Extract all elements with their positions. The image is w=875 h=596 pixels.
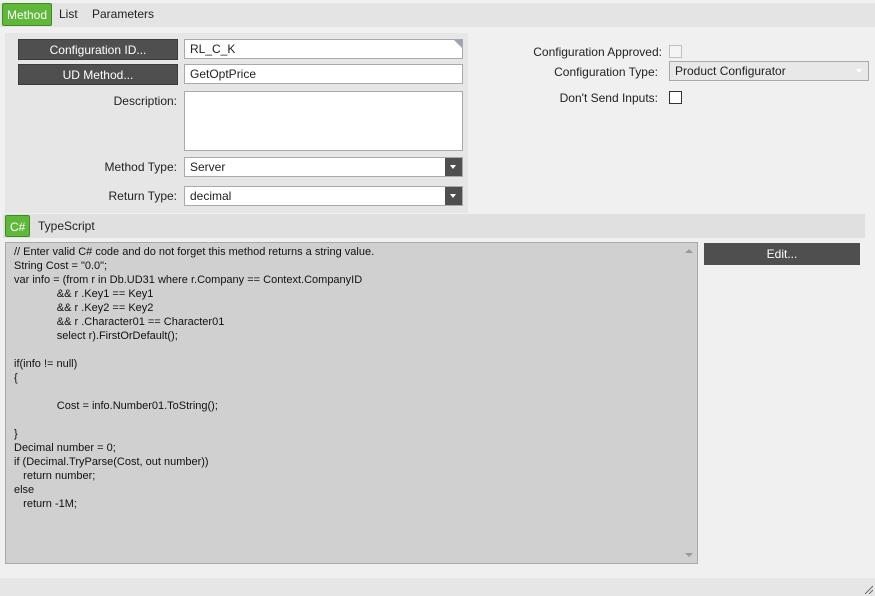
description-textarea[interactable] bbox=[184, 91, 463, 151]
method-type-value: Server bbox=[190, 160, 226, 174]
code-line: String Cost = "0.0"; bbox=[14, 260, 108, 272]
code-line: else bbox=[14, 484, 35, 496]
configuration-id-value: RL_C_K bbox=[190, 42, 236, 56]
resize-grip-icon[interactable] bbox=[863, 584, 873, 594]
code-lines: // Enter valid C# code and do not forget… bbox=[14, 245, 684, 511]
return-type-dropdown[interactable]: decimal bbox=[184, 186, 463, 206]
scroll-up-icon[interactable] bbox=[685, 249, 693, 253]
method-type-label: Method Type: bbox=[104, 160, 178, 174]
configuration-id-button[interactable]: Configuration ID... bbox=[18, 39, 178, 60]
configuration-approved-label: Configuration Approved: bbox=[533, 45, 662, 59]
tab-bar: Method List Parameters bbox=[0, 0, 875, 27]
configuration-id-field[interactable]: RL_C_K bbox=[184, 39, 463, 59]
chevron-down-icon[interactable] bbox=[445, 158, 462, 176]
code-line: { bbox=[14, 372, 18, 384]
corner-marker-icon bbox=[454, 40, 462, 48]
code-line: Cost = info.Number01.ToString(); bbox=[14, 400, 218, 412]
chevron-down-icon[interactable] bbox=[851, 62, 868, 80]
code-line: Decimal number = 0; bbox=[14, 442, 116, 454]
code-line: && r .Character01 == Character01 bbox=[14, 316, 225, 328]
tab-list[interactable]: List bbox=[59, 3, 78, 26]
chevron-down-icon[interactable] bbox=[445, 187, 462, 205]
vertical-scrollbar[interactable] bbox=[681, 243, 697, 563]
tab-method[interactable]: Method bbox=[2, 3, 53, 26]
code-line: if(info != null) bbox=[14, 358, 78, 370]
return-type-label: Return Type: bbox=[108, 189, 177, 203]
tab-parameters[interactable]: Parameters bbox=[92, 3, 154, 26]
code-line: if (Decimal.TryParse(Cost, out number)) bbox=[14, 456, 209, 468]
description-label: Description: bbox=[113, 94, 177, 108]
code-editor[interactable]: // Enter valid C# code and do not forget… bbox=[5, 242, 698, 564]
configuration-type-value: Product Configurator bbox=[675, 64, 786, 78]
method-type-dropdown[interactable]: Server bbox=[184, 157, 463, 177]
code-line: } bbox=[14, 428, 18, 440]
code-line: var info = (from r in Db.UD31 where r.Co… bbox=[14, 274, 363, 286]
code-tab-bar bbox=[3, 214, 865, 238]
status-strip bbox=[0, 578, 875, 596]
ud-method-button[interactable]: UD Method... bbox=[18, 64, 178, 85]
code-line: return number; bbox=[14, 470, 96, 482]
edit-button[interactable]: Edit... bbox=[704, 243, 860, 265]
code-line: && r .Key1 == Key1 bbox=[14, 288, 154, 300]
ud-method-field[interactable]: GetOptPrice bbox=[184, 64, 463, 84]
configuration-type-label: Configuration Type: bbox=[554, 65, 658, 79]
dont-send-inputs-label: Don't Send Inputs: bbox=[559, 91, 658, 105]
code-line: return -1M; bbox=[14, 498, 77, 510]
dont-send-inputs-checkbox[interactable] bbox=[669, 91, 682, 104]
code-line: // Enter valid C# code and do not forget… bbox=[14, 246, 375, 258]
scroll-down-icon[interactable] bbox=[685, 553, 693, 557]
tab-csharp[interactable]: C# bbox=[5, 215, 31, 237]
configuration-type-dropdown[interactable]: Product Configurator bbox=[669, 61, 869, 81]
configuration-approved-checkbox[interactable] bbox=[669, 45, 682, 58]
code-line: select r).FirstOrDefault(); bbox=[14, 330, 178, 342]
tab-typescript[interactable]: TypeScript bbox=[38, 215, 95, 237]
code-line: && r .Key2 == Key2 bbox=[14, 302, 154, 314]
return-type-value: decimal bbox=[190, 189, 232, 203]
